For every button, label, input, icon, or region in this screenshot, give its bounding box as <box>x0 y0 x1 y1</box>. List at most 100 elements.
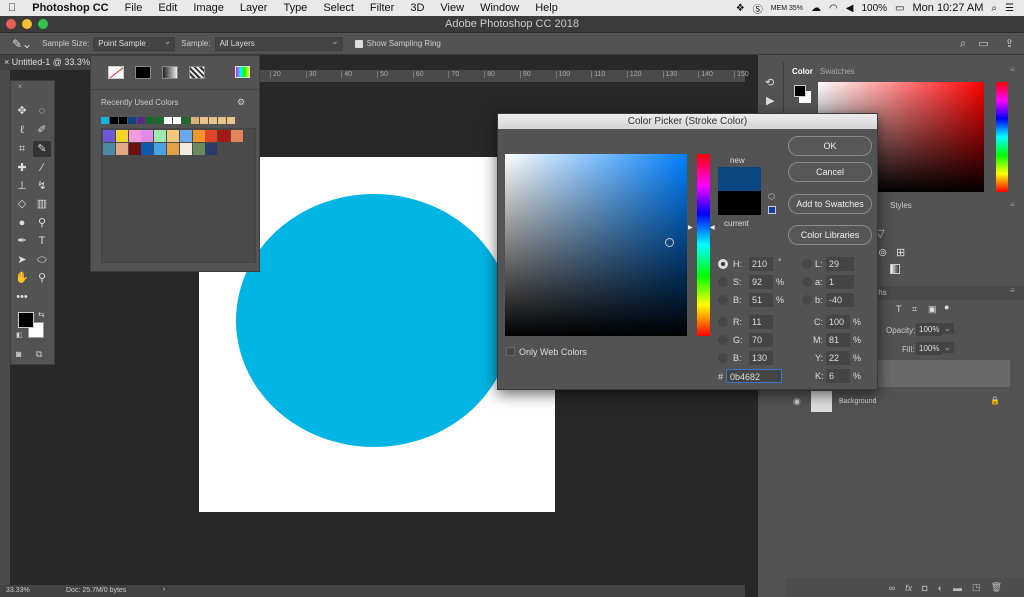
menu-layer[interactable]: Layer <box>232 0 276 16</box>
fill-input[interactable]: 100% <box>916 342 943 355</box>
tab-swatches[interactable]: Swatches <box>820 67 855 76</box>
battery-text[interactable]: 100% <box>861 3 887 14</box>
share-icon[interactable]: ⇪ <box>1005 37 1014 50</box>
no-color-button[interactable] <box>108 66 124 79</box>
hand-tool-icon[interactable]: ✋ <box>13 270 31 286</box>
delete-layer-icon[interactable]: 🗑 <box>991 582 1002 593</box>
recent-color-swatch[interactable] <box>227 117 235 124</box>
recent-color-swatch[interactable] <box>101 117 109 124</box>
out-of-gamut-icon[interactable]: ⬡ <box>768 192 775 201</box>
tab-color[interactable]: Color <box>792 67 813 76</box>
recent-color-swatch[interactable] <box>137 117 145 124</box>
type-filter-icon[interactable]: T <box>896 304 902 314</box>
swatch[interactable] <box>167 130 179 142</box>
zoom-level[interactable]: 33.33% <box>6 587 30 594</box>
app-menu[interactable]: Photoshop CC <box>24 0 116 16</box>
default-colors-icon[interactable]: ◧ <box>16 331 23 339</box>
eraser-tool-icon[interactable]: ◇ <box>13 196 31 212</box>
h-input[interactable]: 210 <box>749 257 773 271</box>
color-lookup-icon[interactable]: ⊞ <box>896 246 905 259</box>
sample-select[interactable]: All Layers <box>214 35 343 51</box>
recent-color-swatch[interactable] <box>110 117 118 124</box>
s-input[interactable]: 92 <box>749 275 773 289</box>
radio-l[interactable] <box>802 259 812 269</box>
color-picker-button[interactable] <box>235 66 250 78</box>
clock[interactable]: Mon 10:27 AM <box>912 2 983 14</box>
swatch[interactable] <box>205 143 218 155</box>
menu-select[interactable]: Select <box>315 0 362 16</box>
recent-color-swatch[interactable] <box>164 117 172 124</box>
hue-slider-right-arrow[interactable]: ◀ <box>710 224 715 231</box>
color-field[interactable] <box>505 154 687 336</box>
swap-colors-icon[interactable]: ⇆ <box>38 310 45 319</box>
quick-selection-tool-icon[interactable]: ✐ <box>33 122 51 138</box>
a-input[interactable]: 1 <box>826 275 854 289</box>
hue-slider-left-arrow[interactable]: ▶ <box>688 224 693 231</box>
sample-size-select[interactable]: Point Sample <box>93 35 176 51</box>
swatch[interactable] <box>192 130 205 142</box>
only-web-colors-checkbox[interactable] <box>506 347 515 356</box>
radio-s[interactable] <box>718 277 728 287</box>
menu-file[interactable]: File <box>117 0 151 16</box>
visibility-eye-icon[interactable]: ◉ <box>793 396 801 407</box>
swatch[interactable] <box>128 143 141 155</box>
pattern-button[interactable] <box>189 66 205 79</box>
recent-color-swatch[interactable] <box>218 117 226 124</box>
web-safe-color-icon[interactable] <box>768 206 776 214</box>
marquee-tool-icon[interactable]: ◌ <box>33 103 51 119</box>
recent-color-swatch[interactable] <box>182 117 190 124</box>
dodge-tool-icon[interactable]: ⚲ <box>33 215 51 231</box>
add-to-swatches-button[interactable]: Add to Swatches <box>788 194 872 214</box>
l-input[interactable]: 29 <box>826 257 854 271</box>
volume-icon[interactable]: ◀ <box>846 3 854 14</box>
cancel-button[interactable]: Cancel <box>788 162 872 182</box>
layer-row[interactable]: ◉ Background 🔒 <box>786 388 1010 416</box>
battery-icon[interactable]: ▭ <box>895 3 904 14</box>
ellipse-tool-icon[interactable]: ⬭ <box>33 252 51 268</box>
radio-h[interactable] <box>718 259 728 269</box>
swatch[interactable] <box>154 143 167 155</box>
opacity-input[interactable]: 100% <box>916 323 943 336</box>
lasso-tool-icon[interactable]: ℓ <box>13 122 31 138</box>
menu-window[interactable]: Window <box>472 0 527 16</box>
new-layer-icon[interactable]: ◳ <box>972 582 981 593</box>
clone-stamp-tool-icon[interactable]: ⊥ <box>13 178 31 194</box>
type-tool-icon[interactable]: T <box>33 233 51 249</box>
swatch[interactable] <box>192 143 205 155</box>
swatch[interactable] <box>179 130 192 142</box>
doc-info[interactable]: Doc: 25.7M/0 bytes <box>66 587 126 594</box>
menu-filter[interactable]: Filter <box>362 0 402 16</box>
current-color-swatch[interactable] <box>718 191 761 215</box>
blur-tool-icon[interactable]: ● <box>13 215 31 231</box>
actions-play-icon[interactable]: ▶ <box>766 94 774 107</box>
layers-menu-icon[interactable]: ≡ <box>1010 286 1015 295</box>
menu-3d[interactable]: 3D <box>402 0 432 16</box>
dropbox-icon[interactable]: ❖ <box>736 3 745 14</box>
color-field-cursor[interactable] <box>665 238 674 247</box>
hue-slider[interactable] <box>697 154 710 336</box>
recent-color-swatch[interactable] <box>155 117 163 124</box>
swatch[interactable] <box>103 143 115 155</box>
menu-view[interactable]: View <box>432 0 472 16</box>
swatch[interactable] <box>115 130 128 142</box>
blue-input[interactable]: 130 <box>749 351 773 365</box>
notification-icon[interactable]: ☰ <box>1005 3 1014 14</box>
gradient-tool-icon[interactable]: ▥ <box>33 196 51 212</box>
swatch[interactable] <box>128 130 141 142</box>
menu-type[interactable]: Type <box>275 0 315 16</box>
ok-button[interactable]: OK <box>788 136 872 156</box>
zoom-tool-icon[interactable]: ⚲ <box>33 270 51 286</box>
link-layers-icon[interactable]: ∞ <box>889 583 895 593</box>
recent-color-swatch[interactable] <box>119 117 127 124</box>
add-mask-icon[interactable]: ◘ <box>922 583 927 593</box>
wifi-icon[interactable]: ◠ <box>829 3 838 14</box>
color-panel-foreground[interactable] <box>794 85 806 97</box>
menu-image[interactable]: Image <box>185 0 232 16</box>
radio-g[interactable] <box>718 335 728 345</box>
y-input[interactable]: 22 <box>826 351 850 365</box>
filter-toggle-icon[interactable]: ● <box>944 302 949 312</box>
m-input[interactable]: 81 <box>826 333 850 347</box>
circle-shape[interactable] <box>236 194 512 447</box>
foreground-color-swatch[interactable] <box>18 312 34 328</box>
workspace-icon[interactable]: ▭ <box>978 37 988 50</box>
